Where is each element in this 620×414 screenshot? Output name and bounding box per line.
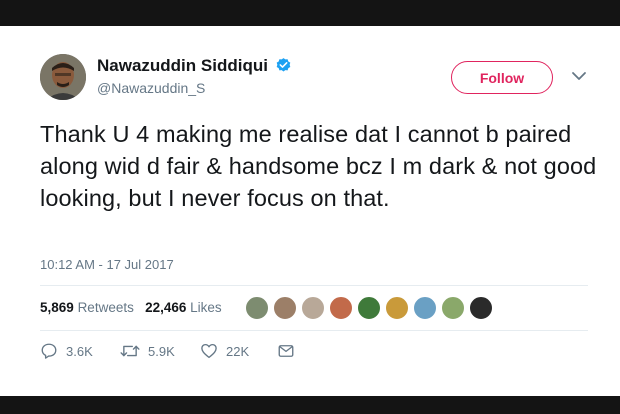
tweet-timestamp[interactable]: 10:12 AM - 17 Jul 2017 <box>40 257 174 272</box>
likes-label[interactable]: Likes <box>190 300 222 315</box>
retweets-count[interactable]: 5,869 <box>40 300 74 315</box>
like-count: 22K <box>226 343 250 359</box>
reply-count: 3.6K <box>66 343 93 359</box>
liker-avatar[interactable] <box>469 296 493 320</box>
follow-button[interactable]: Follow <box>451 61 553 94</box>
liker-avatar[interactable] <box>413 296 437 320</box>
likes-count[interactable]: 22,466 <box>145 300 186 315</box>
liker-avatar[interactable] <box>301 296 325 320</box>
message-icon <box>278 345 294 357</box>
retweet-button[interactable]: 5.9K <box>120 342 175 360</box>
retweet-count: 5.9K <box>148 343 175 359</box>
retweets-label[interactable]: Retweets <box>78 300 134 315</box>
divider <box>40 285 588 286</box>
retweet-icon <box>120 345 140 357</box>
liker-avatar[interactable] <box>441 296 465 320</box>
engagement-stats: 5,869 Retweets 22,466 Likes <box>40 300 222 315</box>
chevron-down-icon[interactable] <box>571 70 587 82</box>
avatar[interactable] <box>40 54 86 100</box>
like-icon <box>201 343 217 359</box>
like-button[interactable]: 22K <box>200 342 249 360</box>
liker-avatar[interactable] <box>329 296 353 320</box>
liker-avatar[interactable] <box>357 296 381 320</box>
liker-avatar[interactable] <box>385 296 409 320</box>
tweet-text: Thank U 4 making me realise dat I cannot… <box>40 121 597 211</box>
liker-avatar[interactable] <box>245 296 269 320</box>
direct-message-button[interactable] <box>277 342 295 360</box>
verified-badge-icon <box>276 58 291 72</box>
display-name[interactable]: Nawazuddin Siddiqui <box>97 56 268 76</box>
divider <box>40 330 588 331</box>
liker-avatar[interactable] <box>273 296 297 320</box>
reply-icon <box>41 343 57 359</box>
user-handle[interactable]: @Nawazuddin_S <box>97 80 205 96</box>
reply-button[interactable]: 3.6K <box>40 342 93 360</box>
